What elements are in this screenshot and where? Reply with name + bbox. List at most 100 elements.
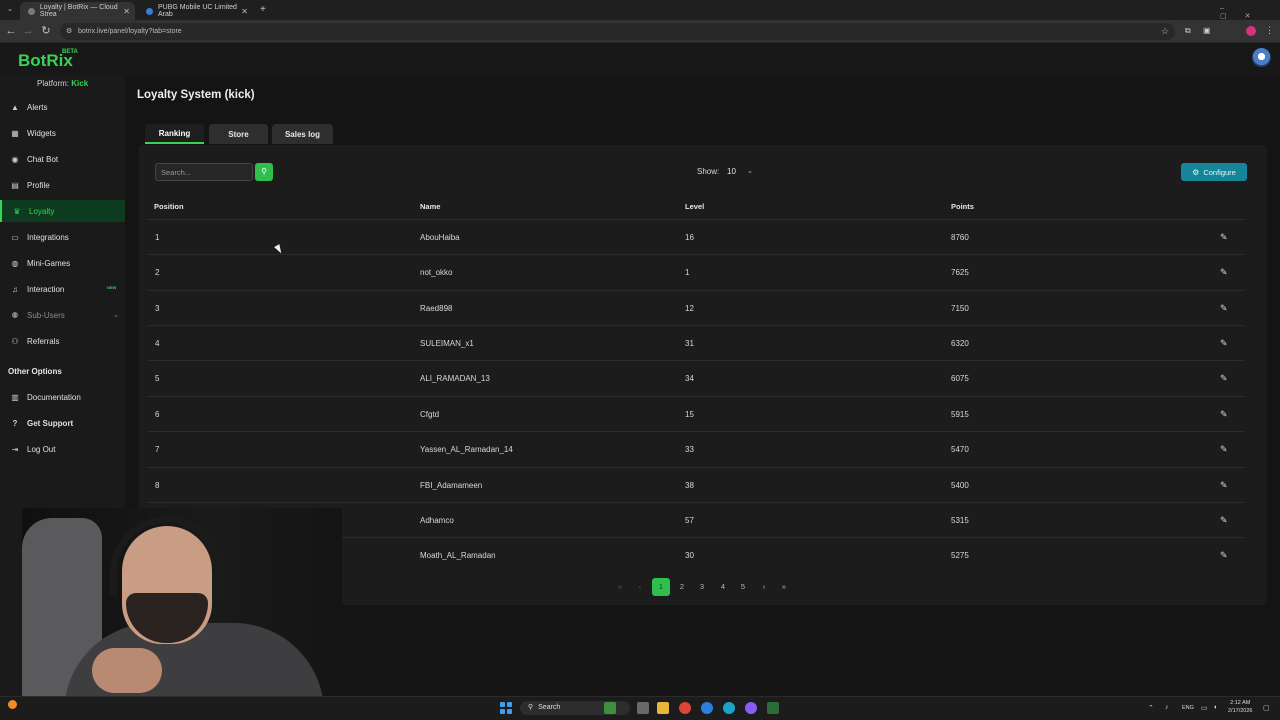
column-header-points[interactable]: Points bbox=[951, 202, 974, 211]
sidebar-item-mini-games[interactable]: ◍ Mini-Games bbox=[0, 252, 125, 274]
tab-sales-log[interactable]: Sales log bbox=[272, 124, 333, 144]
volume-icon[interactable]: ◖ bbox=[1213, 704, 1217, 711]
last-page-button[interactable]: » bbox=[775, 578, 793, 596]
browser-tab-loyalty[interactable]: Loyalty | BotRix — Cloud Strea ✕ bbox=[20, 2, 135, 20]
user-avatar[interactable] bbox=[1252, 48, 1271, 67]
sidebar-item-sub-users[interactable]: ⚉ Sub-Users ⌄ bbox=[0, 304, 125, 326]
cell-level: 12 bbox=[685, 304, 694, 313]
page-size-select[interactable]: 10 ⌄ bbox=[723, 163, 756, 180]
search-button[interactable]: ⚲ bbox=[255, 163, 273, 181]
edit-pencil-icon[interactable]: ✎ bbox=[1220, 444, 1230, 454]
notifications-icon[interactable]: ▢ bbox=[1263, 704, 1270, 712]
bookmark-star-icon[interactable]: ☆ bbox=[1161, 23, 1169, 40]
edit-pencil-icon[interactable]: ✎ bbox=[1220, 338, 1230, 348]
search-input[interactable] bbox=[155, 163, 253, 181]
edit-pencil-icon[interactable]: ✎ bbox=[1220, 480, 1230, 490]
edit-pencil-icon[interactable]: ✎ bbox=[1220, 267, 1230, 277]
browser-tab-pubg[interactable]: PUBG Mobile UC Limited Arab ✕ bbox=[138, 2, 253, 20]
first-page-button[interactable]: « bbox=[611, 578, 629, 596]
chrome-icon[interactable] bbox=[679, 702, 691, 714]
back-icon[interactable]: ← bbox=[4, 24, 18, 38]
cell-name: Adhamco bbox=[420, 516, 454, 525]
app-header bbox=[0, 44, 1280, 76]
column-header-name[interactable]: Name bbox=[420, 202, 440, 211]
microphone-icon[interactable]: ♪ bbox=[1165, 704, 1169, 711]
sidebar-item-log-out[interactable]: ⇥ Log Out bbox=[0, 438, 125, 460]
sidebar-item-profile[interactable]: ▤ Profile bbox=[0, 174, 125, 196]
users-icon: ⚉ bbox=[11, 310, 19, 320]
network-icon[interactable]: ▭ bbox=[1201, 704, 1208, 712]
column-header-position[interactable]: Position bbox=[154, 202, 184, 211]
window-controls[interactable]: –▢✕ bbox=[1220, 5, 1280, 20]
page-5-button[interactable]: 5 bbox=[734, 578, 752, 596]
start-button[interactable] bbox=[500, 702, 512, 714]
task-view-icon[interactable] bbox=[637, 702, 649, 714]
chevron-down-icon: ⌄ bbox=[113, 312, 119, 319]
sidebar-item-interaction[interactable]: ♫ Interaction NEW bbox=[0, 278, 125, 300]
cell-position: 8 bbox=[155, 481, 160, 490]
referrals-icon: ⚇ bbox=[11, 336, 19, 346]
forward-icon[interactable]: → bbox=[21, 24, 35, 38]
browser-menu-icon[interactable]: ⋮ bbox=[1265, 25, 1274, 36]
terminal-icon[interactable] bbox=[767, 702, 779, 714]
profile-avatar-icon[interactable] bbox=[1246, 26, 1256, 36]
page-4-button[interactable]: 4 bbox=[714, 578, 732, 596]
sidebar-item-label: Widgets bbox=[27, 128, 56, 138]
reload-icon[interactable]: ↻ bbox=[39, 24, 53, 38]
weather-widget[interactable] bbox=[8, 700, 17, 709]
sidebar-item-widgets[interactable]: ▦ Widgets bbox=[0, 122, 125, 144]
edit-pencil-icon[interactable]: ✎ bbox=[1220, 373, 1230, 383]
edit-pencil-icon[interactable]: ✎ bbox=[1220, 515, 1230, 525]
address-bar[interactable]: ⚙ botrix.live/panel/loyalty?tab=store ☆ bbox=[60, 23, 1175, 40]
page-3-button[interactable]: 3 bbox=[693, 578, 711, 596]
help-icon: ? bbox=[12, 418, 18, 428]
sidebar-item-get-support[interactable]: ? Get Support bbox=[0, 412, 125, 434]
cell-level: 16 bbox=[685, 233, 694, 242]
sidebar-item-loyalty[interactable]: ♛ Loyalty bbox=[0, 200, 125, 222]
extensions-icon[interactable]: ⧉ bbox=[1185, 26, 1191, 36]
tab-ranking[interactable]: Ranking bbox=[145, 124, 204, 144]
sidebar-item-chat-bot[interactable]: ◉ Chat Bot bbox=[0, 148, 125, 170]
downloads-icon[interactable]: ▣ bbox=[1203, 26, 1211, 35]
chevron-down-icon: ⌄ bbox=[747, 168, 753, 175]
sidebar-item-alerts[interactable]: ▲ Alerts bbox=[0, 96, 125, 118]
music-icon: ♫ bbox=[12, 284, 18, 294]
app-icon[interactable] bbox=[701, 702, 713, 714]
edit-pencil-icon[interactable]: ✎ bbox=[1220, 409, 1230, 419]
table-row: 8 FBI_Adamameen 38 5400 ✎ bbox=[147, 467, 1245, 502]
integrations-icon: ▭ bbox=[11, 232, 19, 242]
configure-button[interactable]: ⚙ Configure bbox=[1181, 163, 1247, 181]
edit-pencil-icon[interactable]: ✎ bbox=[1220, 550, 1230, 560]
close-tab-icon[interactable]: ✕ bbox=[241, 7, 248, 16]
language-indicator[interactable]: ENG bbox=[1182, 705, 1194, 711]
pubg-favicon-icon bbox=[146, 7, 153, 15]
tab-store[interactable]: Store bbox=[209, 124, 268, 144]
table-row: 3 Raed898 12 7150 ✎ bbox=[147, 290, 1245, 325]
page-2-button[interactable]: 2 bbox=[673, 578, 691, 596]
cell-position: 4 bbox=[155, 339, 160, 348]
edit-pencil-icon[interactable]: ✎ bbox=[1220, 232, 1230, 242]
cell-name: not_okko bbox=[420, 268, 453, 277]
system-clock[interactable]: 2:12 AM 2/17/2026 bbox=[1228, 699, 1252, 715]
site-info-icon[interactable]: ⚙ bbox=[66, 23, 72, 40]
edge-icon[interactable] bbox=[723, 702, 735, 714]
column-header-level[interactable]: Level bbox=[685, 202, 704, 211]
sidebar-item-label: Alerts bbox=[27, 102, 48, 112]
prev-page-button[interactable]: ‹ bbox=[631, 578, 649, 596]
page-1-button[interactable]: 1 bbox=[652, 578, 670, 596]
file-explorer-icon[interactable] bbox=[657, 702, 669, 714]
widgets-app-icon[interactable] bbox=[604, 702, 616, 714]
new-tab-button[interactable]: + bbox=[260, 4, 266, 15]
cell-name: AbouHaiba bbox=[420, 233, 460, 242]
tray-chevron-up-icon[interactable]: ⌃ bbox=[1148, 704, 1154, 712]
sidebar-item-referrals[interactable]: ⚇ Referrals bbox=[0, 330, 125, 352]
widgets-icon: ▦ bbox=[11, 128, 19, 138]
sidebar-item-documentation[interactable]: ▥ Documentation bbox=[0, 386, 125, 408]
close-tab-icon[interactable]: ✕ bbox=[123, 7, 130, 16]
edit-pencil-icon[interactable]: ✎ bbox=[1220, 303, 1230, 313]
next-page-button[interactable]: › bbox=[755, 578, 773, 596]
sidebar-item-integrations[interactable]: ▭ Integrations bbox=[0, 226, 125, 248]
messenger-icon[interactable] bbox=[745, 702, 757, 714]
tab-search-button[interactable]: ⌄ bbox=[5, 5, 15, 15]
sidebar-item-label: Log Out bbox=[27, 444, 56, 454]
